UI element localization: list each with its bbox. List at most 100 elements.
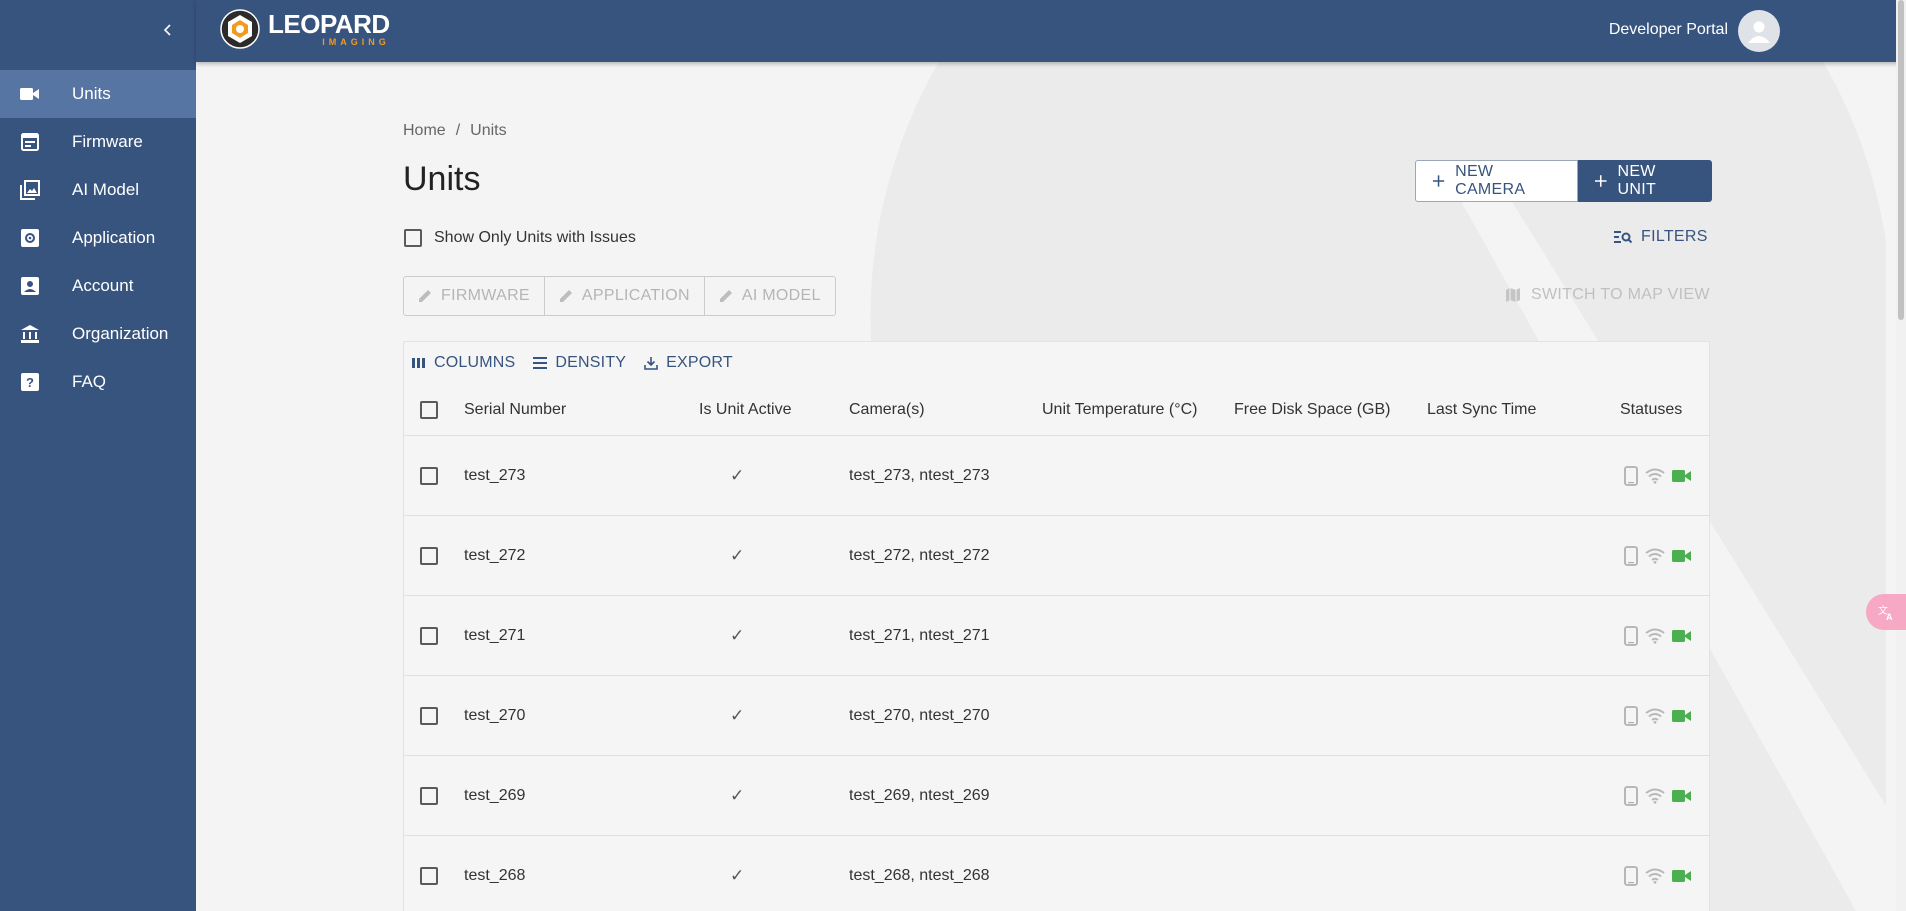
column-header-statuses[interactable]: Statuses [1620, 401, 1682, 419]
breadcrumb-home[interactable]: Home [403, 122, 446, 140]
wifi-status-icon [1645, 868, 1665, 884]
table-row[interactable]: test_268 ✓ test_268, ntest_268 [404, 836, 1709, 911]
sidebar-item-label: Organization [72, 324, 169, 343]
status-icons [1624, 545, 1692, 566]
table-row[interactable]: test_273 ✓ test_273, ntest_273 [404, 436, 1709, 516]
column-header-active[interactable]: Is Unit Active [699, 401, 791, 419]
camera-status-icon [1672, 469, 1691, 482]
leopard-logo-icon [220, 9, 260, 49]
new-unit-button[interactable]: NEW UNIT [1578, 160, 1712, 202]
row-checkbox[interactable] [420, 706, 438, 725]
translate-icon: 文A [1878, 604, 1893, 621]
unit-active-check-icon: ✓ [730, 545, 745, 565]
cameras-cell: test_269, ntest_269 [849, 786, 990, 804]
sidebar-item-label: Account [72, 276, 134, 295]
columns-label: COLUMNS [434, 354, 516, 371]
user-avatar-button[interactable] [1738, 10, 1780, 52]
export-button[interactable]: EXPORT [644, 354, 733, 372]
sidebar: Units Firmware AI Model Application Acco… [0, 0, 196, 911]
wifi-status-icon [1645, 628, 1665, 644]
leopard-logo[interactable]: LEOPARD IMAGING [220, 9, 390, 49]
issues-checkbox[interactable] [404, 229, 422, 247]
sidebar-item-faq[interactable]: ? FAQ [0, 358, 196, 406]
column-header-sync-time[interactable]: Last Sync Time [1427, 401, 1536, 419]
edit-firmware-button[interactable]: FIRMWARE [404, 277, 545, 315]
sidebar-item-label: Application [72, 228, 156, 247]
sidebar-item-ai-model[interactable]: AI Model [0, 166, 196, 214]
device-status-icon [1624, 785, 1638, 806]
export-label: EXPORT [666, 354, 733, 371]
column-header-cameras[interactable]: Camera(s) [849, 401, 925, 419]
filter-search-icon [1614, 231, 1632, 244]
row-checkbox[interactable] [420, 546, 438, 565]
sidebar-item-firmware[interactable]: Firmware [0, 118, 196, 166]
camera-status-icon [1672, 869, 1691, 882]
switch-map-view-label: SWITCH TO MAP VIEW [1531, 286, 1710, 303]
status-icons [1624, 705, 1692, 726]
units-data-grid: COLUMNS DENSITY EXPORT Serial Number Is … [403, 341, 1710, 911]
brand-name: LEOPARD [268, 9, 390, 39]
density-icon [533, 357, 548, 369]
cameras-cell: test_271, ntest_271 [849, 626, 990, 644]
help-icon: ? [19, 371, 41, 393]
select-all-checkbox[interactable] [420, 400, 438, 419]
sidebar-item-units[interactable]: Units [0, 70, 196, 118]
firmware-icon [19, 131, 41, 153]
sidebar-item-label: AI Model [72, 180, 140, 199]
wifi-status-icon [1645, 468, 1665, 484]
new-camera-button[interactable]: NEW CAMERA [1415, 160, 1578, 202]
table-row[interactable]: test_271 ✓ test_271, ntest_271 [404, 596, 1709, 676]
edit-ai-model-label: AI MODEL [741, 287, 821, 304]
developer-portal-label[interactable]: Developer Portal [1609, 21, 1728, 39]
cameras-cell: test_273, ntest_273 [849, 466, 990, 484]
breadcrumb-separator: / [455, 122, 461, 139]
column-header-serial[interactable]: Serial Number [464, 401, 566, 419]
column-header-temperature[interactable]: Unit Temperature (°C) [1042, 401, 1197, 419]
serial-number-cell: test_268 [464, 866, 526, 884]
column-header-disk-space[interactable]: Free Disk Space (GB) [1234, 401, 1390, 419]
plus-icon [1594, 175, 1607, 187]
table-row[interactable]: test_270 ✓ test_270, ntest_270 [404, 676, 1709, 756]
row-checkbox[interactable] [420, 786, 438, 805]
translate-floating-button[interactable]: 文A [1866, 594, 1906, 630]
sidebar-nav: Units Firmware AI Model Application Acco… [0, 70, 196, 406]
switch-map-view-button[interactable]: SWITCH TO MAP VIEW [1505, 286, 1710, 304]
chevron-left-icon [163, 24, 171, 36]
sidebar-item-organization[interactable]: Organization [0, 310, 196, 358]
sidebar-item-account[interactable]: Account [0, 262, 196, 310]
serial-number-cell: test_271 [464, 626, 526, 644]
device-status-icon [1624, 625, 1638, 646]
table-row[interactable]: test_269 ✓ test_269, ntest_269 [404, 756, 1709, 836]
scrollbar-thumb[interactable] [1898, 0, 1904, 320]
download-icon [644, 357, 658, 370]
edit-firmware-label: FIRMWARE [441, 287, 530, 304]
density-button[interactable]: DENSITY [533, 354, 626, 372]
serial-number-cell: test_270 [464, 706, 526, 724]
row-checkbox[interactable] [420, 466, 438, 485]
edit-application-button[interactable]: APPLICATION [545, 277, 705, 315]
cameras-cell: test_270, ntest_270 [849, 706, 990, 724]
collapse-sidebar-button[interactable] [158, 20, 178, 40]
unit-active-check-icon: ✓ [730, 465, 745, 485]
row-checkbox[interactable] [420, 626, 438, 645]
settings-app-icon [19, 227, 41, 249]
sidebar-item-application[interactable]: Application [0, 214, 196, 262]
unit-active-check-icon: ✓ [730, 625, 745, 645]
create-button-group: NEW CAMERA NEW UNIT [1415, 160, 1712, 202]
wifi-status-icon [1645, 788, 1665, 804]
device-status-icon [1624, 465, 1638, 486]
issues-label: Show Only Units with Issues [434, 229, 636, 246]
unit-active-check-icon: ✓ [730, 705, 745, 725]
sidebar-item-label: FAQ [72, 372, 107, 391]
page-scrollbar[interactable] [1896, 0, 1906, 911]
table-row[interactable]: test_272 ✓ test_272, ntest_272 [404, 516, 1709, 596]
issues-filter: Show Only Units with Issues [404, 229, 636, 247]
svg-text:A: A [1886, 612, 1893, 621]
sidebar-item-label: Units [72, 84, 111, 103]
unit-active-check-icon: ✓ [730, 865, 745, 885]
svg-text:?: ? [26, 375, 34, 390]
edit-ai-model-button[interactable]: AI MODEL [705, 277, 835, 315]
columns-button[interactable]: COLUMNS [412, 354, 515, 372]
filters-button[interactable]: FILTERS [1614, 228, 1708, 246]
row-checkbox[interactable] [420, 866, 438, 885]
